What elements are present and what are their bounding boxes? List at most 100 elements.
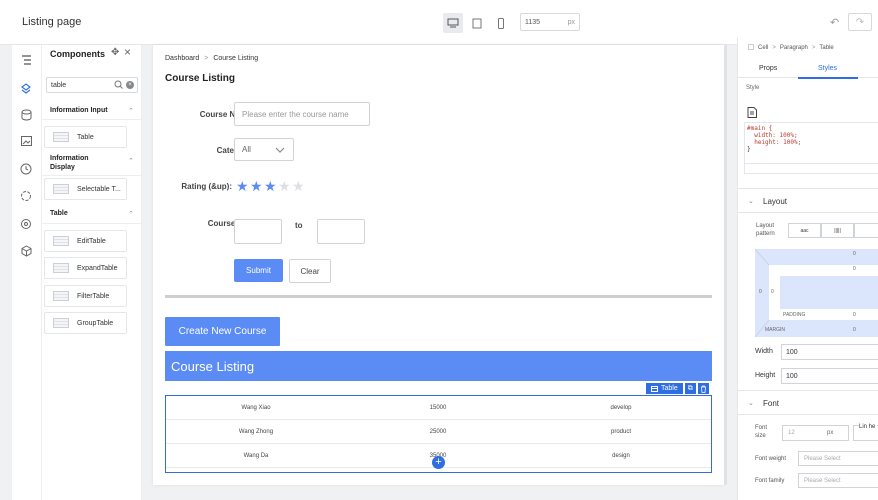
chevron-down-icon[interactable]: ⌄ (748, 399, 754, 407)
table-row[interactable]: Wang Xiao 15000 develop (166, 396, 711, 420)
height-label: Height (755, 372, 776, 379)
font-size-input[interactable]: 12 px (782, 425, 849, 441)
pin-icon[interactable]: ✥ (111, 47, 119, 58)
layout-section-title[interactable]: Layout (763, 197, 787, 206)
table-cell-category: develop (610, 405, 632, 411)
component-item-label: Table (77, 133, 94, 141)
design-canvas[interactable]: Dashboard > Course Listing Course Listing … (153, 45, 724, 485)
padding-bottom-value[interactable]: 0 (853, 312, 856, 318)
submit-button[interactable]: Submit (234, 259, 283, 282)
component-item-edittable[interactable]: EditTable (44, 230, 127, 252)
font-family-select[interactable]: Please Select (798, 473, 878, 488)
component-item-label: EditTable (77, 237, 106, 245)
component-item-filtertable[interactable]: FilterTable (44, 285, 127, 307)
breadcrumb-item[interactable]: Dashboard (165, 55, 199, 62)
data-source-icon[interactable] (19, 108, 33, 122)
component-item-grouptable[interactable]: GroupTable (44, 312, 127, 334)
font-section-title[interactable]: Font (763, 399, 779, 408)
undo-button[interactable]: ↶ (830, 16, 839, 29)
padding-left-value[interactable]: 0 (771, 289, 774, 295)
margin-top-value[interactable]: 0 (853, 251, 856, 257)
layout-pattern-options: aac ||||| (788, 223, 878, 238)
canvas-scrollbar[interactable] (724, 45, 727, 485)
selection-breadcrumb-item[interactable]: Cell (758, 45, 768, 51)
box-model-editor[interactable]: 0 0 0 0 PADDING 0 MARGIN 0 (755, 249, 878, 337)
star-icon[interactable]: ★ (278, 179, 291, 193)
group-information-display[interactable]: Information Display (50, 154, 110, 172)
canvas-width-unit: px (567, 18, 575, 26)
width-input[interactable]: 100 (781, 344, 878, 360)
left-icon-rail (12, 45, 42, 500)
section-divider (165, 295, 712, 298)
table-cell-name: Wang Zhong (238, 429, 274, 435)
height-input[interactable]: 100 (781, 368, 878, 384)
delete-icon[interactable] (697, 383, 709, 394)
star-icon[interactable]: ★ (236, 179, 249, 193)
document-icon[interactable] (747, 107, 757, 120)
outline-icon[interactable] (19, 53, 33, 67)
section-divider (738, 414, 878, 415)
width-label: Width (755, 348, 773, 355)
code-line: #main { (747, 125, 773, 132)
course-name-input[interactable]: Please enter the course name (234, 102, 370, 126)
device-switcher (443, 13, 511, 33)
clear-button[interactable]: Clear (289, 259, 331, 283)
add-row-icon[interactable]: + (432, 456, 445, 469)
fee-max-input[interactable] (317, 219, 365, 244)
category-select[interactable]: All (234, 138, 294, 161)
clear-search-icon[interactable]: × (126, 81, 134, 89)
logic-icon[interactable] (19, 189, 33, 203)
star-icon[interactable]: ★ (292, 179, 305, 193)
star-icon[interactable]: ★ (250, 179, 263, 193)
tab-styles[interactable]: Styles (818, 65, 837, 72)
margin-bottom-value[interactable]: 0 (853, 327, 856, 333)
package-icon[interactable] (19, 244, 33, 258)
image-icon[interactable] (19, 134, 33, 148)
tab-props[interactable]: Props (759, 65, 777, 72)
padding-top-value[interactable]: 0 (853, 266, 856, 272)
fee-min-input[interactable] (234, 219, 282, 244)
close-icon[interactable]: × (124, 45, 131, 59)
copy-icon[interactable]: ⧉ (684, 383, 696, 394)
create-new-course-button[interactable]: Create New Course (165, 317, 280, 346)
selected-component-tag[interactable]: Table (646, 383, 683, 394)
star-icon[interactable]: ★ (264, 179, 277, 193)
component-item-label: Selectable T... (77, 185, 121, 193)
component-item-expandtable[interactable]: ExpandTable (44, 257, 127, 279)
canvas-width-input[interactable]: 1135 px (520, 13, 580, 31)
chevron-up-icon[interactable]: ⌃ (128, 107, 134, 115)
redo-button[interactable]: ↷ (848, 13, 872, 31)
selection-breadcrumb-item[interactable]: Table (819, 45, 833, 51)
course-name-placeholder: Please enter the course name (242, 109, 349, 119)
page-title: Course Listing (165, 73, 236, 84)
component-search-input[interactable]: table × (46, 77, 138, 93)
mobile-view-button[interactable] (491, 13, 511, 33)
app-title: Listing page (22, 16, 82, 28)
selection-breadcrumb-item[interactable]: Paragraph (780, 45, 808, 51)
tablet-view-button[interactable] (467, 13, 487, 33)
group-table[interactable]: Table (50, 210, 68, 217)
settings-icon[interactable] (19, 217, 33, 231)
margin-left-value[interactable]: 0 (759, 289, 762, 295)
history-icon[interactable] (19, 162, 33, 176)
table-cell-name: Wang Da (243, 453, 269, 459)
chevron-up-icon[interactable]: ⌃ (128, 210, 134, 218)
layout-option-button[interactable]: aac (788, 223, 821, 238)
group-information-input[interactable]: Information Input (50, 107, 108, 114)
chevron-up-icon[interactable]: ⌃ (128, 157, 134, 165)
table-row[interactable]: Wang Zhong 25000 product (166, 420, 711, 444)
line-height-label: Lin he (859, 423, 877, 431)
chevron-down-icon[interactable]: ⌄ (748, 197, 754, 205)
style-code-editor[interactable]: #main { width: 100%; height: 100%; } (744, 122, 878, 164)
tablet-icon (472, 18, 482, 28)
layout-option-button[interactable] (854, 223, 878, 238)
component-item-table[interactable]: Table (44, 126, 127, 148)
padding-label: PADDING (783, 312, 806, 318)
layout-option-button[interactable]: ||||| (821, 223, 854, 238)
margin-label: MARGIN (765, 327, 785, 333)
component-item-selectable-table[interactable]: Selectable T... (44, 178, 127, 200)
components-icon[interactable] (19, 81, 33, 95)
font-weight-select[interactable]: Please Select (798, 451, 878, 466)
desktop-view-button[interactable] (443, 13, 463, 33)
table-cell-fee: 25000 (429, 429, 447, 435)
